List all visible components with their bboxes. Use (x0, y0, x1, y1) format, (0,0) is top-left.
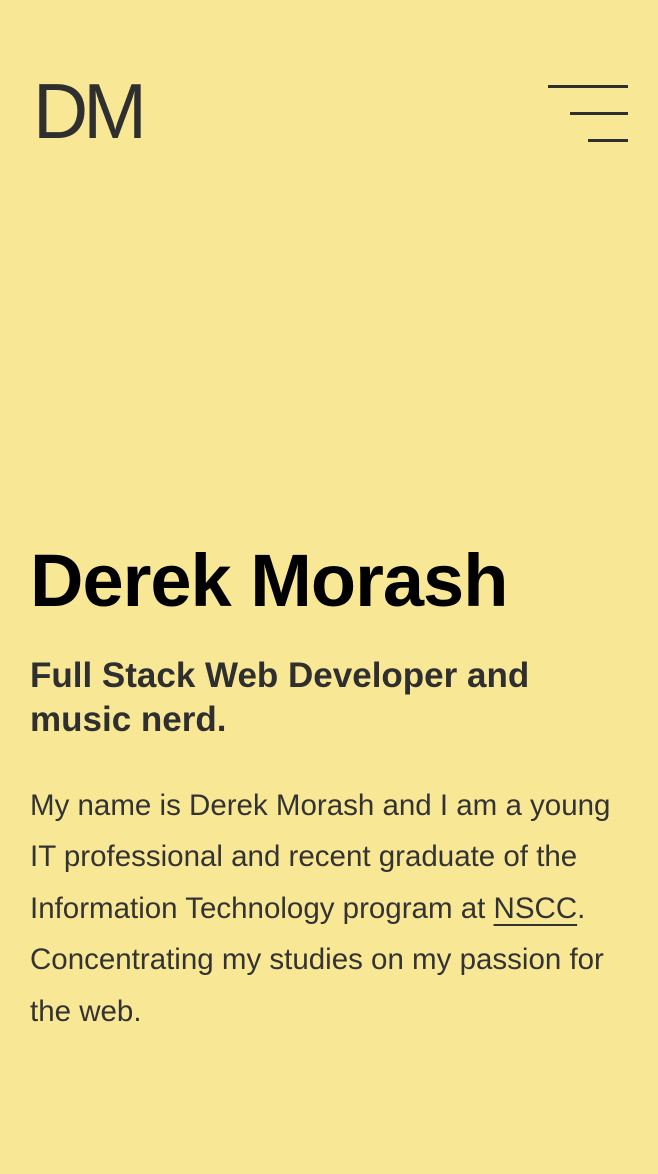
page-title: Derek Morash (30, 539, 508, 622)
hamburger-menu-icon-line (570, 112, 628, 115)
bio-paragraph: My name is Derek Morash and I am a young… (30, 780, 630, 1038)
nscc-link[interactable]: NSCC (494, 892, 578, 925)
hero-subtitle: Full Stack Web Developer and music nerd. (30, 655, 530, 739)
site-logo[interactable]: DM (33, 72, 147, 150)
menu-button[interactable] (546, 84, 630, 144)
hamburger-menu-icon (548, 85, 628, 88)
hamburger-menu-icon-line (588, 139, 628, 142)
site-header: DM (0, 0, 658, 200)
hero-section: Derek Morash Full Stack Web Developer an… (30, 542, 630, 1037)
